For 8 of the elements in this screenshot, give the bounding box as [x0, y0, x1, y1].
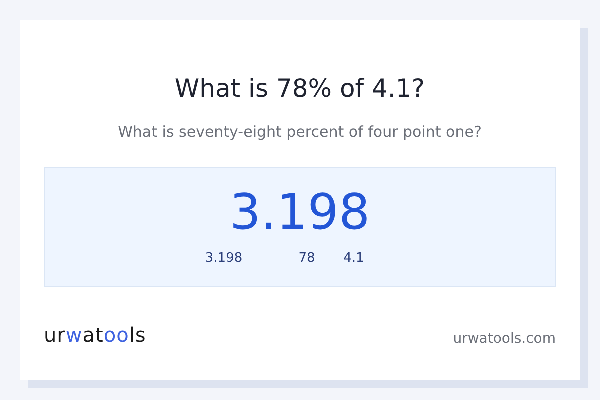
question-subtitle: What is seventy-eight percent of four point one?	[118, 123, 482, 141]
result-term: 4.1	[342, 251, 366, 266]
logo: urwatools	[44, 323, 146, 347]
question-title: What is 78% of 4.1?	[174, 74, 426, 103]
result-term: 3.198	[204, 251, 244, 266]
result-term: 78	[298, 251, 316, 266]
site-url: urwatools.com	[453, 331, 556, 347]
result-value: 3.198	[230, 188, 370, 237]
